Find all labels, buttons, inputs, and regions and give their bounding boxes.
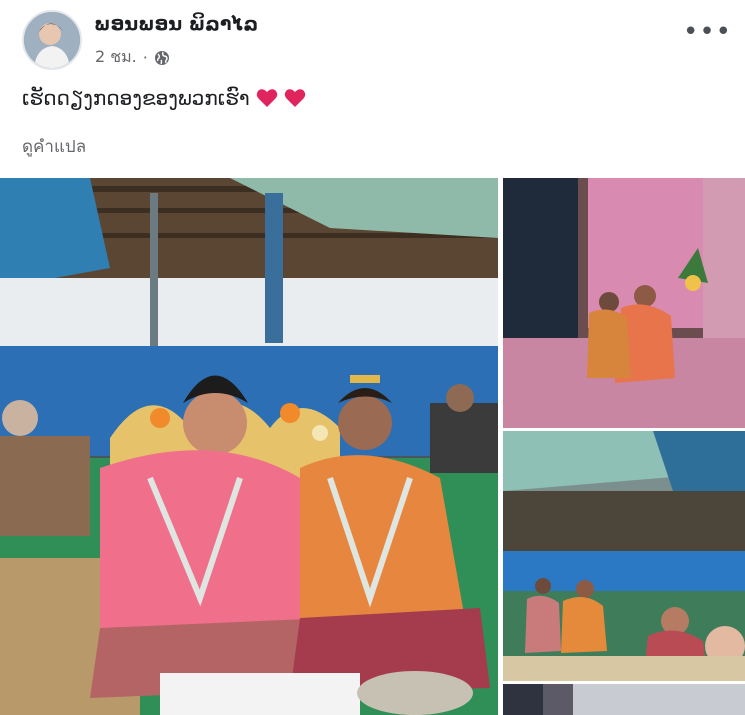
author-name[interactable]: ພອນພອນ ພິລາໄລ xyxy=(94,13,258,35)
caption-text: ເຮັດດຽງກດອງຂອງພວກເຮົາ xyxy=(22,86,250,110)
more-options-icon[interactable]: ••• xyxy=(683,19,732,45)
author-avatar[interactable] xyxy=(22,10,82,70)
post-caption: ເຮັດດຽງກດອງຂອງພວກເຮົາ xyxy=(22,86,306,110)
globe-icon[interactable] xyxy=(154,50,170,66)
red-heart-icon xyxy=(256,89,277,107)
wedding-photo-middle-right[interactable] xyxy=(503,431,745,681)
wedding-photo-top-right[interactable] xyxy=(503,178,745,428)
meta-separator: · xyxy=(142,48,148,67)
wedding-photo-main[interactable] xyxy=(0,178,498,715)
post-meta: 2 ชม. · xyxy=(95,45,170,70)
see-translation-link[interactable]: ดูคำแปล xyxy=(22,133,86,160)
wedding-photo-bottom-right[interactable] xyxy=(503,684,745,715)
post-header: ພອນພອນ ພິລາໄລ 2 ชม. · ••• xyxy=(0,0,745,80)
post-time[interactable]: 2 ชม. xyxy=(95,45,137,70)
red-heart-icon xyxy=(284,89,305,107)
